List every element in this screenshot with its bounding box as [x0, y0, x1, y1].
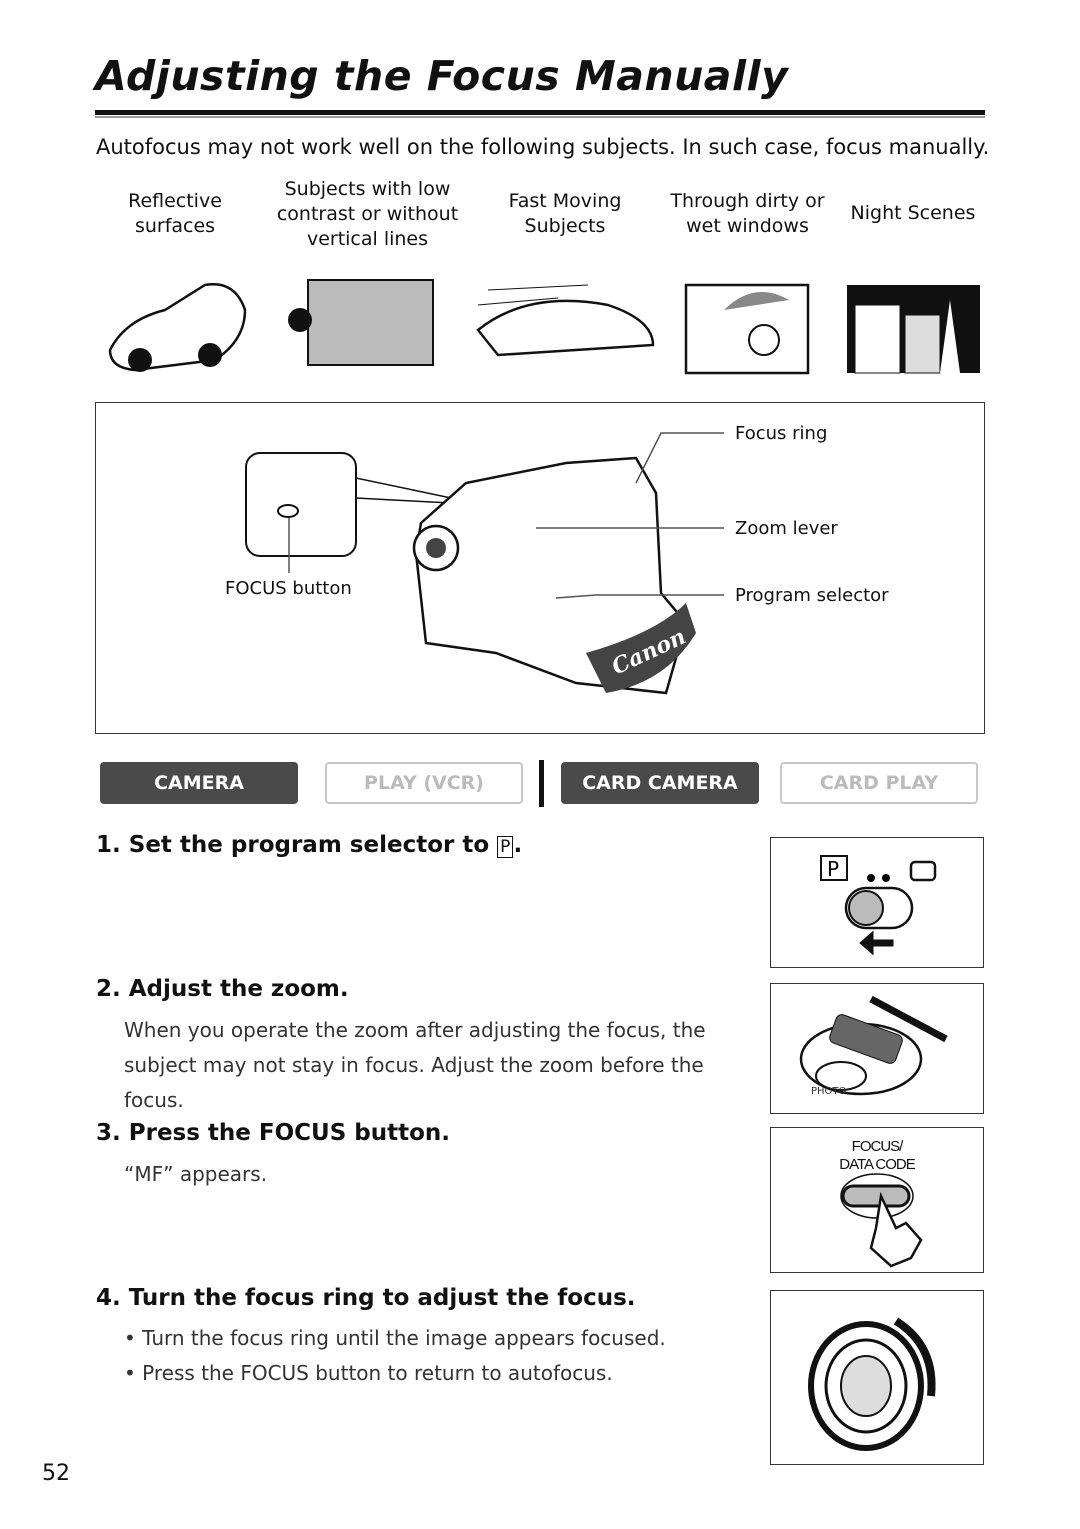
subject-fast-moving: Fast Moving Subjects [508, 190, 622, 237]
subject-dirty-windows: Through dirty or wet windows [670, 190, 825, 237]
car-illustration [108, 283, 247, 372]
svg-text:PHOTO: PHOTO [811, 1086, 847, 1097]
focus-button-illustration: FOCUS/DATA CODE [770, 1127, 984, 1273]
zoom-lever-illustration: PHOTO [770, 983, 984, 1114]
subject-night-scenes: Night Scenes [850, 202, 976, 224]
fast-car-illustration [476, 284, 655, 357]
wet-window-illustration [684, 283, 810, 375]
step-4-title: 4. Turn the focus ring to adjust the foc… [96, 1285, 636, 1311]
focus-button-label: FOCUS button [225, 578, 352, 599]
camcorder-illustration: Canon [245, 432, 724, 695]
step-3-title: 3. Press the FOCUS button. [96, 1120, 451, 1146]
step-2-body: When you operate the zoom after adjustin… [124, 1018, 706, 1112]
title-rule-shadow [95, 116, 985, 118]
page-title: Adjusting the Focus Manually [95, 52, 789, 100]
camcorder-diagram: Canon Focus ring Zoom lever Program sele… [95, 402, 985, 734]
zoom-lever-label: Zoom lever [735, 518, 838, 539]
focus-ring-illustration [770, 1290, 984, 1465]
title-rule [95, 110, 985, 115]
step-3-body: “MF” appears. [124, 1162, 268, 1186]
program-selector-illustration: P [770, 837, 984, 968]
mode-play-vcr-badge: PLAY (VCR) [325, 762, 523, 804]
focus-label: FOCUS/ [851, 1138, 904, 1155]
page-number: 52 [42, 1461, 70, 1486]
p-mode-symbol: P [497, 836, 514, 858]
mode-divider [539, 760, 544, 807]
subject-low-contrast: Subjects with low contrast or without ve… [276, 178, 459, 250]
svg-text:P: P [827, 857, 839, 881]
step-4-bullet-2: • Press the FOCUS button to return to au… [124, 1361, 613, 1385]
mode-card-camera-badge: CARD CAMERA [561, 762, 759, 804]
focus-ring-label: Focus ring [735, 423, 828, 444]
mode-card-play-badge: CARD PLAY [780, 762, 978, 804]
step-1-title: 1. Set the program selector to P. [96, 832, 523, 858]
subject-reflective: Reflective surfaces [128, 190, 222, 237]
low-contrast-board-illustration [288, 279, 434, 366]
manual-page: Adjusting the Focus Manually Autofocus m… [0, 0, 1080, 1529]
program-selector-label: Program selector [735, 585, 889, 606]
night-scene-illustration [847, 285, 980, 374]
intro-text: Autofocus may not work well on the follo… [96, 135, 990, 159]
mode-camera-badge: CAMERA [100, 762, 298, 804]
step-2-title: 2. Adjust the zoom. [96, 976, 349, 1002]
step-4-bullet-1: • Turn the focus ring until the image ap… [124, 1326, 666, 1350]
